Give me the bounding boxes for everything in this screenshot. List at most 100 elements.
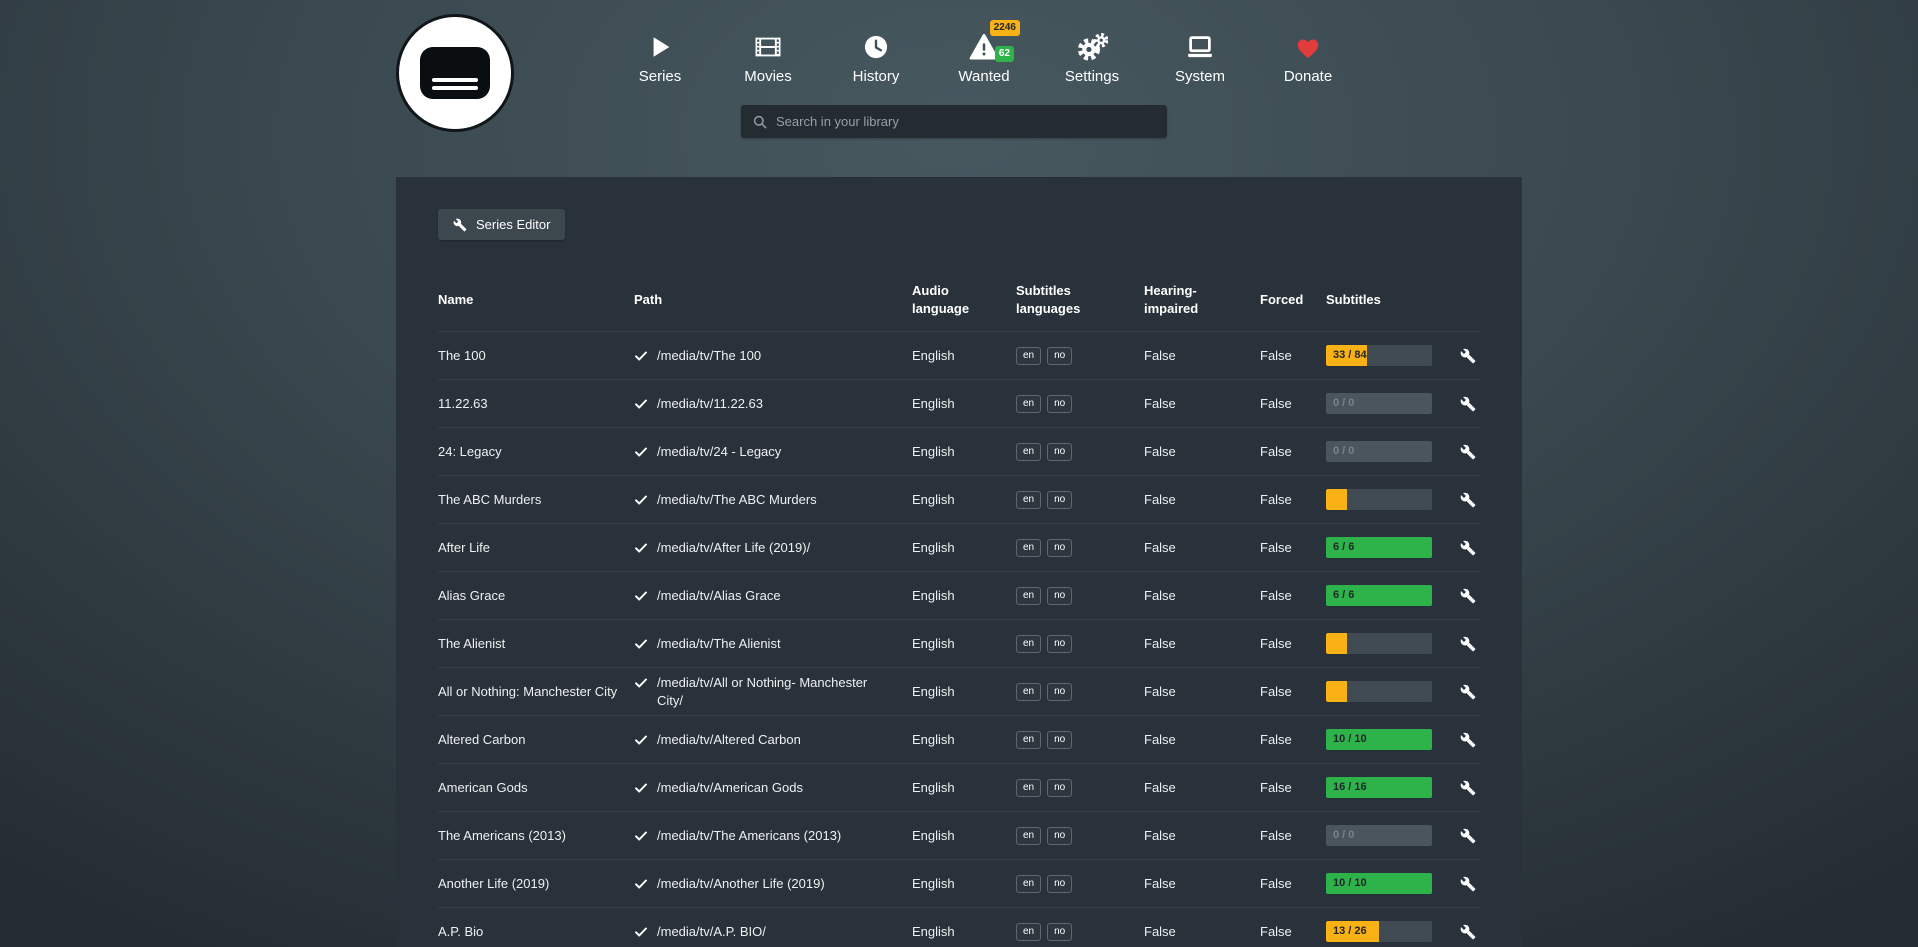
table-row[interactable]: The 100 /media/tv/The 100 English enno F… <box>438 331 1480 379</box>
series-name[interactable]: Another Life (2019) <box>438 869 634 899</box>
edit-series-button[interactable] <box>1460 684 1476 700</box>
check-icon <box>634 493 648 507</box>
series-path-text: /media/tv/11.22.63 <box>657 395 763 413</box>
hearing-impaired: False <box>1144 533 1260 563</box>
series-name[interactable]: The ABC Murders <box>438 485 634 515</box>
subtitles-progress-fill <box>1326 633 1347 654</box>
hearing-impaired: False <box>1144 773 1260 803</box>
nav-donate-label: Donate <box>1284 68 1332 85</box>
edit-series-button[interactable] <box>1460 924 1476 940</box>
edit-series-button[interactable] <box>1460 828 1476 844</box>
table-row[interactable]: After Life /media/tv/After Life (2019)/ … <box>438 523 1480 571</box>
language-badge: en <box>1016 539 1041 557</box>
clock-icon <box>862 31 890 63</box>
subtitles-progress: 0 / 0 <box>1326 393 1432 414</box>
table-row[interactable]: A.P. Bio /media/tv/A.P. BIO/ English enn… <box>438 907 1480 947</box>
language-badge: no <box>1047 587 1072 605</box>
series-name[interactable]: The 100 <box>438 341 634 371</box>
check-icon <box>634 676 648 690</box>
language-badge: no <box>1047 395 1072 413</box>
edit-series-button[interactable] <box>1460 492 1476 508</box>
nav-system[interactable]: System <box>1146 31 1254 85</box>
audio-language: English <box>912 869 1016 899</box>
nav-history-label: History <box>853 68 900 85</box>
table-row[interactable]: Alias Grace /media/tv/Alias Grace Englis… <box>438 571 1480 619</box>
subtitles-languages: enno <box>1016 485 1144 515</box>
nav-system-label: System <box>1175 68 1225 85</box>
series-name[interactable]: The Alienist <box>438 629 634 659</box>
table-row[interactable]: Altered Carbon /media/tv/Altered Carbon … <box>438 715 1480 763</box>
hearing-impaired: False <box>1144 677 1260 707</box>
audio-language: English <box>912 773 1016 803</box>
series-name[interactable]: Altered Carbon <box>438 725 634 755</box>
table-row[interactable]: The ABC Murders /media/tv/The ABC Murder… <box>438 475 1480 523</box>
nav-history[interactable]: History <box>822 31 930 85</box>
subtitles-languages: enno <box>1016 389 1144 419</box>
edit-series-button[interactable] <box>1460 396 1476 412</box>
nav-wanted[interactable]: 2246 62 Wanted <box>930 31 1038 85</box>
language-badge: en <box>1016 347 1041 365</box>
edit-series-button[interactable] <box>1460 876 1476 892</box>
edit-series-button[interactable] <box>1460 588 1476 604</box>
subtitles-progress-text: 10 / 10 <box>1333 729 1367 750</box>
series-path-text: /media/tv/The Americans (2013) <box>657 827 841 845</box>
table-row[interactable]: Another Life (2019) /media/tv/Another Li… <box>438 859 1480 907</box>
wrench-icon <box>1460 828 1476 844</box>
language-badge: no <box>1047 827 1072 845</box>
search-icon <box>752 114 768 130</box>
audio-language: English <box>912 677 1016 707</box>
language-badge: en <box>1016 779 1041 797</box>
app-logo[interactable] <box>396 14 514 132</box>
series-name[interactable]: 11.22.63 <box>438 389 634 419</box>
series-path: /media/tv/American Gods <box>634 773 912 803</box>
column-header-subtitles: Subtitles <box>1326 281 1436 323</box>
search-input[interactable] <box>776 105 1167 138</box>
series-name[interactable]: Alias Grace <box>438 581 634 611</box>
language-badge: no <box>1047 875 1072 893</box>
subtitles-languages: enno <box>1016 341 1144 371</box>
subtitles-languages: enno <box>1016 437 1144 467</box>
hearing-impaired: False <box>1144 437 1260 467</box>
series-name[interactable]: A.P. Bio <box>438 917 634 947</box>
subtitles-progress-fill <box>1326 681 1347 702</box>
column-header-subtitles-languages: Subtitles languages <box>1016 272 1144 331</box>
edit-series-button[interactable] <box>1460 348 1476 364</box>
table-row[interactable]: The Alienist /media/tv/The Alienist Engl… <box>438 619 1480 667</box>
check-icon <box>634 733 648 747</box>
check-icon <box>634 925 648 939</box>
series-name[interactable]: 24: Legacy <box>438 437 634 467</box>
series-path: /media/tv/11.22.63 <box>634 389 912 419</box>
table-row[interactable]: All or Nothing: Manchester City /media/t… <box>438 667 1480 715</box>
audio-language: English <box>912 629 1016 659</box>
series-name[interactable]: All or Nothing: Manchester City <box>438 677 634 707</box>
nav-donate[interactable]: Donate <box>1254 31 1362 85</box>
series-table-body: The 100 /media/tv/The 100 English enno F… <box>438 331 1480 947</box>
edit-series-button[interactable] <box>1460 540 1476 556</box>
nav-series[interactable]: Series <box>606 31 714 85</box>
edit-series-button[interactable] <box>1460 780 1476 796</box>
table-row[interactable]: The Americans (2013) /media/tv/The Ameri… <box>438 811 1480 859</box>
table-row[interactable]: 11.22.63 /media/tv/11.22.63 English enno… <box>438 379 1480 427</box>
series-name[interactable]: After Life <box>438 533 634 563</box>
nav-settings[interactable]: Settings <box>1038 31 1146 85</box>
language-badge: no <box>1047 347 1072 365</box>
column-header-hearing-impaired: Hearing-impaired <box>1144 272 1260 331</box>
wrench-icon <box>1460 540 1476 556</box>
table-row[interactable]: 24: Legacy /media/tv/24 - Legacy English… <box>438 427 1480 475</box>
edit-series-button[interactable] <box>1460 444 1476 460</box>
edit-series-button[interactable] <box>1460 732 1476 748</box>
series-path: /media/tv/Alias Grace <box>634 581 912 611</box>
table-row[interactable]: American Gods /media/tv/American Gods En… <box>438 763 1480 811</box>
series-name[interactable]: The Americans (2013) <box>438 821 634 851</box>
check-icon <box>634 781 648 795</box>
series-name[interactable]: American Gods <box>438 773 634 803</box>
edit-series-button[interactable] <box>1460 636 1476 652</box>
language-badge: en <box>1016 827 1041 845</box>
forced: False <box>1260 677 1326 707</box>
column-header-path: Path <box>634 281 912 323</box>
film-icon <box>753 31 783 63</box>
audio-language: English <box>912 917 1016 947</box>
wrench-icon <box>1460 924 1476 940</box>
series-editor-button[interactable]: Series Editor <box>438 209 565 240</box>
nav-movies[interactable]: Movies <box>714 31 822 85</box>
